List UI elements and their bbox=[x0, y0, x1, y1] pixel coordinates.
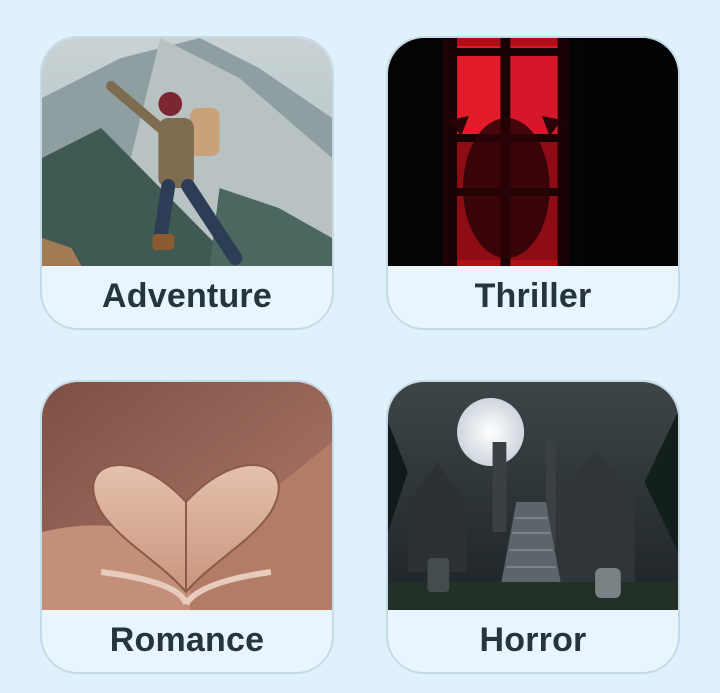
genre-label: Adventure bbox=[102, 276, 272, 315]
genre-label: Thriller bbox=[474, 276, 592, 315]
thriller-image bbox=[388, 38, 678, 266]
adventure-image bbox=[42, 38, 332, 266]
genre-card-horror[interactable]: Horror bbox=[386, 380, 680, 674]
genre-label: Romance bbox=[109, 620, 265, 659]
genre-label: Horror bbox=[479, 620, 587, 659]
romance-image bbox=[42, 382, 332, 610]
genre-card-thriller[interactable]: Thriller bbox=[386, 36, 680, 330]
horror-image bbox=[388, 382, 678, 610]
genre-card-romance[interactable]: Romance bbox=[40, 380, 334, 674]
genre-card-adventure[interactable]: Adventure bbox=[40, 36, 334, 330]
